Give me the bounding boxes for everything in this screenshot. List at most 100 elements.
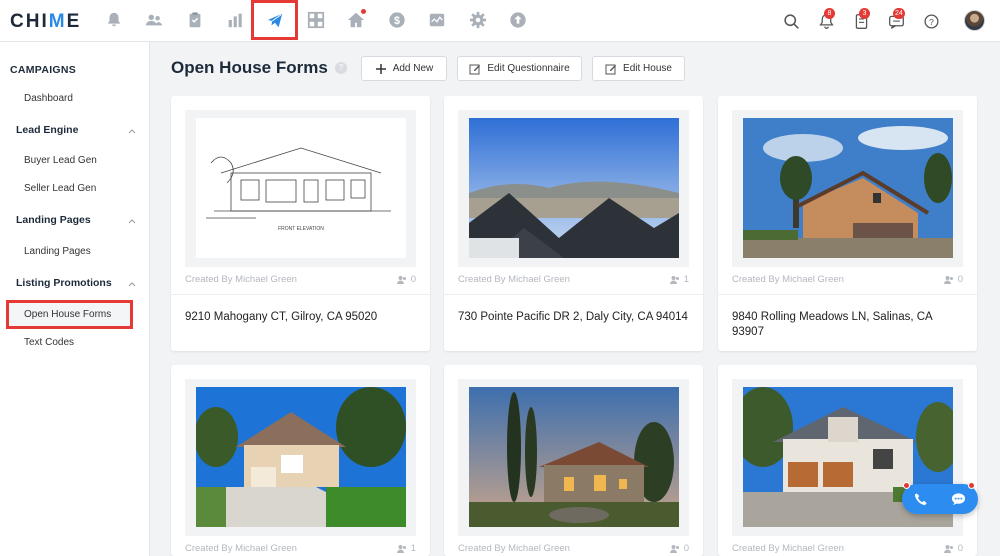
listing-address: 9210 Mahogany CT, Gilroy, CA 95020	[185, 311, 378, 323]
visitor-count-value: 0	[410, 274, 416, 285]
edit-icon	[605, 64, 617, 74]
edit-house-button[interactable]: Edit House	[592, 56, 685, 81]
sidebar-section-title: CAMPAIGNS	[10, 64, 77, 76]
sidebar-group-listing-promotions[interactable]: Listing Promotions	[16, 277, 112, 289]
clipboard-icon[interactable]	[184, 9, 206, 31]
people-icon[interactable]	[143, 9, 165, 31]
gear-icon[interactable]	[467, 9, 489, 31]
listing-card[interactable]: Created By Michael Green 0 9840 Rolling …	[718, 96, 977, 351]
home-notification-dot	[361, 9, 366, 14]
card-divider	[718, 294, 977, 295]
sidebar-group-lead-engine[interactable]: Lead Engine	[16, 124, 78, 136]
listing-card[interactable]: FRONT ELEVATION Created By Michael Green…	[171, 96, 430, 351]
sidebar-item-landing-pages[interactable]: Landing Pages	[24, 246, 91, 257]
tasks-icon[interactable]: 3	[850, 8, 872, 32]
edit-questionnaire-button[interactable]: Edit Questionnaire	[457, 56, 582, 81]
messages-badge: 24	[893, 8, 905, 19]
messages-icon[interactable]: 24	[885, 8, 907, 32]
svg-text:?: ?	[929, 16, 934, 26]
sidebar-item-open-house-forms[interactable]: Open House Forms	[24, 309, 111, 320]
edit-house-label: Edit House	[623, 63, 672, 74]
listing-thumbnail	[185, 379, 416, 536]
sidebar-item-seller-lead-gen[interactable]: Seller Lead Gen	[24, 183, 96, 194]
floor-plan-image: FRONT ELEVATION	[196, 118, 406, 258]
listing-thumbnail	[732, 110, 963, 267]
created-by: Created By Michael Green	[732, 543, 844, 554]
search-icon[interactable]	[780, 10, 802, 32]
contact-widget	[902, 484, 978, 514]
created-by: Created By Michael Green	[185, 274, 297, 285]
visitor-count-value: 1	[410, 543, 416, 554]
dollar-icon[interactable]: $	[386, 9, 408, 31]
listing-card[interactable]: Created By Michael Green 0	[718, 365, 977, 556]
notifications-bell-icon[interactable]: 8	[815, 8, 837, 32]
chat-icon[interactable]	[949, 490, 967, 508]
edit-questionnaire-label: Edit Questionnaire	[487, 63, 570, 74]
home-icon[interactable]	[345, 9, 367, 31]
created-by: Created By Michael Green	[458, 543, 570, 554]
listing-thumbnail	[458, 379, 689, 536]
sidebar-item-buyer-lead-gen[interactable]: Buyer Lead Gen	[24, 155, 97, 166]
bar-chart-icon[interactable]	[224, 9, 246, 31]
card-divider	[444, 294, 703, 295]
edit-icon	[469, 64, 481, 74]
listing-thumbnail: FRONT ELEVATION	[185, 110, 416, 267]
visitor-count: 0	[669, 543, 689, 554]
chime-logo[interactable]: CHIME	[10, 11, 81, 33]
sidebar: CAMPAIGNS Dashboard Lead Engine Buyer Le…	[0, 42, 150, 556]
svg-text:FRONT ELEVATION: FRONT ELEVATION	[278, 226, 324, 232]
chat-notification-dot	[968, 482, 975, 489]
listing-address: 9840 Rolling Meadows LN, Salinas, CA 939…	[732, 311, 933, 338]
created-by: Created By Michael Green	[185, 543, 297, 554]
plus-icon	[375, 63, 386, 74]
sidebar-group-landing-pages[interactable]: Landing Pages	[16, 214, 91, 226]
tasks-badge: 3	[859, 8, 870, 19]
rooftops-city-view-image	[469, 118, 679, 258]
suburban-house-image	[196, 387, 406, 527]
top-bar: CHIME $ 8 3 24 ?	[0, 0, 1000, 42]
bell-icon[interactable]	[103, 9, 125, 31]
avatar[interactable]	[964, 10, 985, 31]
card-divider	[171, 294, 430, 295]
page-title: Open House Forms	[171, 58, 328, 77]
people-icon	[669, 544, 679, 553]
listing-card[interactable]: Created By Michael Green 1 730 Pointe Pa…	[444, 96, 703, 351]
people-icon	[396, 544, 406, 553]
visitor-count-value: 0	[957, 543, 963, 554]
visitor-count: 0	[943, 543, 963, 554]
add-new-button[interactable]: Add New	[361, 56, 447, 81]
phone-notification-dot	[903, 482, 910, 489]
people-icon	[943, 544, 953, 553]
visitor-count-value: 0	[957, 274, 963, 285]
visitor-count-value: 1	[683, 274, 689, 285]
chevron-up-icon[interactable]	[128, 127, 136, 135]
add-new-label: Add New	[392, 63, 434, 74]
listing-thumbnail	[458, 110, 689, 267]
sidebar-item-dashboard[interactable]: Dashboard	[24, 93, 73, 104]
activity-icon[interactable]	[426, 9, 448, 31]
created-by: Created By Michael Green	[458, 274, 570, 285]
visitor-count: 0	[396, 274, 416, 285]
visitor-count-value: 0	[683, 543, 689, 554]
sidebar-item-text-codes[interactable]: Text Codes	[24, 337, 74, 348]
listing-card[interactable]: Created By Michael Green 0	[444, 365, 703, 556]
people-icon	[396, 275, 406, 284]
notifications-badge: 8	[824, 8, 835, 19]
svg-text:$: $	[394, 15, 400, 27]
created-by: Created By Michael Green	[732, 274, 844, 285]
chevron-up-icon[interactable]	[128, 217, 136, 225]
grid-icon[interactable]	[305, 9, 327, 31]
two-story-house-image	[743, 118, 953, 258]
paper-plane-icon[interactable]	[264, 9, 286, 31]
listing-address: 730 Pointe Pacific DR 2, Daly City, CA 9…	[458, 311, 688, 323]
visitor-count: 1	[396, 543, 416, 554]
help-circle-icon[interactable]: ?	[920, 10, 942, 32]
visitor-count: 0	[943, 274, 963, 285]
listing-card[interactable]: Created By Michael Green 1	[171, 365, 430, 556]
visitor-count: 1	[669, 274, 689, 285]
upload-icon[interactable]	[507, 9, 529, 31]
phone-icon[interactable]	[912, 490, 930, 508]
help-icon[interactable]: ?	[335, 62, 347, 74]
chevron-up-icon[interactable]	[128, 280, 136, 288]
people-icon	[669, 275, 679, 284]
